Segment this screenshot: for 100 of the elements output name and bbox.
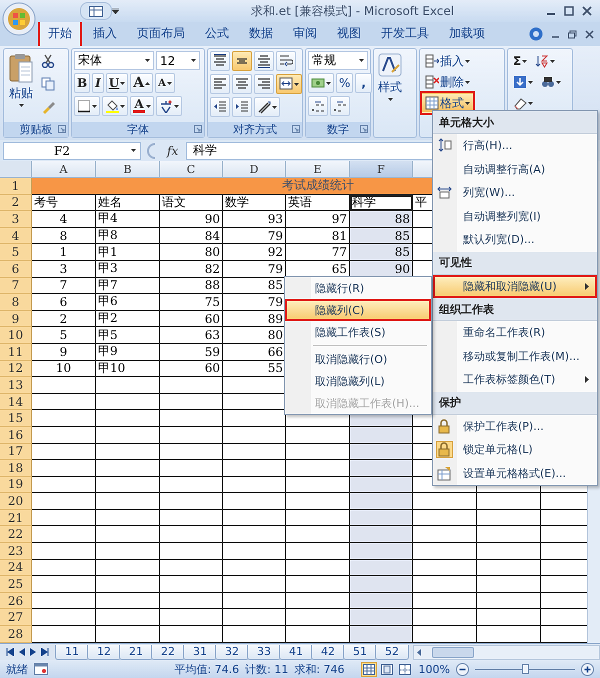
comma-button[interactable]: , — [355, 73, 372, 93]
menu-item[interactable]: 自动调整列宽(I) — [433, 204, 597, 228]
column-header[interactable]: C — [160, 161, 223, 178]
borders-button[interactable] — [74, 96, 100, 116]
paste-button[interactable]: 粘贴 — [6, 51, 36, 120]
row-header[interactable]: 22 — [0, 526, 32, 544]
ribbon-tab[interactable]: 审阅 — [284, 22, 326, 46]
name-box[interactable]: F2 — [3, 142, 141, 160]
ribbon-tab[interactable]: 开始 — [38, 22, 82, 46]
underline-button[interactable]: U — [106, 73, 128, 93]
close-icon[interactable] — [582, 6, 592, 16]
row-header[interactable]: 11 — [0, 344, 32, 361]
sheet-tab[interactable]: 33 — [247, 644, 281, 660]
menu-item[interactable]: 锁定单元格(L) — [433, 438, 597, 462]
maximize-icon[interactable] — [564, 6, 574, 16]
row-header[interactable]: 4 — [0, 228, 32, 244]
ribbon-tab[interactable]: 视图 — [328, 22, 370, 46]
previous-sheet-icon[interactable] — [19, 648, 25, 656]
page-layout-button[interactable] — [378, 662, 395, 676]
first-sheet-icon[interactable] — [6, 648, 14, 656]
row-header[interactable]: 20 — [0, 493, 32, 510]
row-header[interactable]: 7 — [0, 278, 32, 294]
menu-item[interactable]: 取消隐藏列(L) — [285, 370, 431, 392]
ribbon-tab[interactable]: 插入 — [84, 22, 126, 46]
row-header[interactable]: 15 — [0, 410, 32, 427]
menu-item[interactable]: 默认列宽(D)... — [433, 228, 597, 252]
row-header[interactable]: 19 — [0, 476, 32, 494]
menu-item[interactable]: 隐藏工作表(S) — [285, 321, 431, 343]
sheet-tab[interactable]: 21 — [119, 644, 153, 660]
menu-item[interactable]: 行高(H)... — [433, 134, 597, 158]
number-format-field[interactable]: 常规 — [308, 51, 368, 70]
slider-thumb[interactable] — [522, 664, 529, 674]
increase-indent-button[interactable] — [232, 97, 252, 117]
dialog-launcher-icon[interactable] — [58, 125, 66, 133]
align-left-button[interactable] — [210, 74, 230, 94]
scrollbar-thumb[interactable] — [432, 646, 474, 658]
help-icon[interactable] — [529, 27, 543, 41]
row-header[interactable]: 17 — [0, 444, 32, 460]
ribbon-tab[interactable]: 加载项 — [440, 22, 494, 46]
macro-record-icon[interactable] — [34, 663, 48, 675]
row-header[interactable]: 5 — [0, 244, 32, 261]
sheet-tab[interactable]: 41 — [279, 644, 313, 660]
dialog-launcher-icon[interactable] — [292, 125, 300, 133]
menu-item[interactable]: 隐藏和取消隐藏(U) — [433, 274, 597, 298]
row-header[interactable]: 18 — [0, 460, 32, 477]
menu-item[interactable]: 移动或复制工作表(M)... — [433, 344, 597, 368]
increase-decimal-button[interactable] — [308, 96, 328, 116]
percent-button[interactable]: % — [336, 73, 354, 93]
zoom-slider[interactable] — [475, 663, 575, 675]
menu-item[interactable]: 重命名工作表(R) — [433, 321, 597, 344]
styles-button[interactable]: 样式 — [376, 51, 404, 135]
menu-item[interactable]: 设置单元格格式(E)... — [433, 462, 597, 485]
sheet-tab[interactable]: 31 — [183, 644, 217, 660]
sheet-tab[interactable]: 22 — [151, 644, 185, 660]
middle-align-button[interactable] — [232, 51, 252, 71]
ribbon-tab[interactable]: 数据 — [240, 22, 282, 46]
row-header[interactable]: 6 — [0, 260, 32, 278]
ribbon-tab[interactable]: 开发工具 — [372, 22, 438, 46]
italic-button[interactable]: I — [92, 73, 104, 93]
column-header[interactable]: D — [223, 161, 286, 178]
bottom-align-button[interactable] — [254, 51, 274, 71]
grow-font-button[interactable]: A — [130, 73, 154, 93]
font-color-button[interactable]: A — [130, 96, 154, 116]
row-header[interactable]: 3 — [0, 211, 32, 228]
row-header[interactable]: 13 — [0, 377, 32, 394]
column-header[interactable]: B — [96, 161, 160, 178]
column-header[interactable]: F — [350, 161, 413, 178]
dialog-launcher-icon[interactable] — [194, 125, 202, 133]
top-align-button[interactable] — [210, 51, 230, 71]
menu-item[interactable]: 取消隐藏行(O) — [285, 348, 431, 370]
menu-item[interactable]: 隐藏列(C) — [285, 299, 431, 321]
close-icon[interactable] — [585, 30, 594, 38]
align-right-button[interactable] — [254, 74, 274, 94]
font-name-field[interactable]: 宋体 — [74, 51, 154, 70]
wrap-text-button[interactable] — [276, 51, 296, 71]
menu-item[interactable]: 隐藏行(R) — [285, 277, 431, 299]
menu-item[interactable]: 工作表标签颜色(T) — [433, 368, 597, 392]
bold-button[interactable]: B — [74, 73, 90, 93]
currency-button[interactable] — [308, 73, 334, 93]
insert-function-button[interactable]: fx — [163, 144, 182, 158]
row-header[interactable]: 25 — [0, 576, 32, 593]
normal-view-button[interactable] — [360, 662, 377, 676]
sheet-tab[interactable]: 12 — [87, 644, 121, 660]
row-header[interactable]: 12 — [0, 360, 32, 378]
fill-color-button[interactable] — [102, 96, 128, 116]
restore-icon[interactable] — [568, 30, 577, 38]
orientation-button[interactable] — [254, 97, 280, 117]
merge-cells-button[interactable] — [276, 74, 302, 94]
decrease-indent-button[interactable] — [210, 97, 230, 117]
menu-item[interactable]: 自动调整行高(A) — [433, 158, 597, 181]
delete-button[interactable]: 删除 — [422, 72, 473, 92]
row-header[interactable]: 24 — [0, 560, 32, 576]
grid-icon[interactable] — [89, 6, 103, 16]
shrink-font-button[interactable]: A — [155, 73, 175, 93]
sheet-tab[interactable]: 11 — [55, 644, 89, 660]
zoom-out-icon[interactable] — [456, 662, 469, 676]
menu-item[interactable]: 保护工作表(P)... — [433, 414, 597, 438]
row-header[interactable]: 27 — [0, 609, 32, 626]
font-size-field[interactable]: 12 — [156, 51, 200, 70]
last-sheet-icon[interactable] — [41, 648, 49, 656]
